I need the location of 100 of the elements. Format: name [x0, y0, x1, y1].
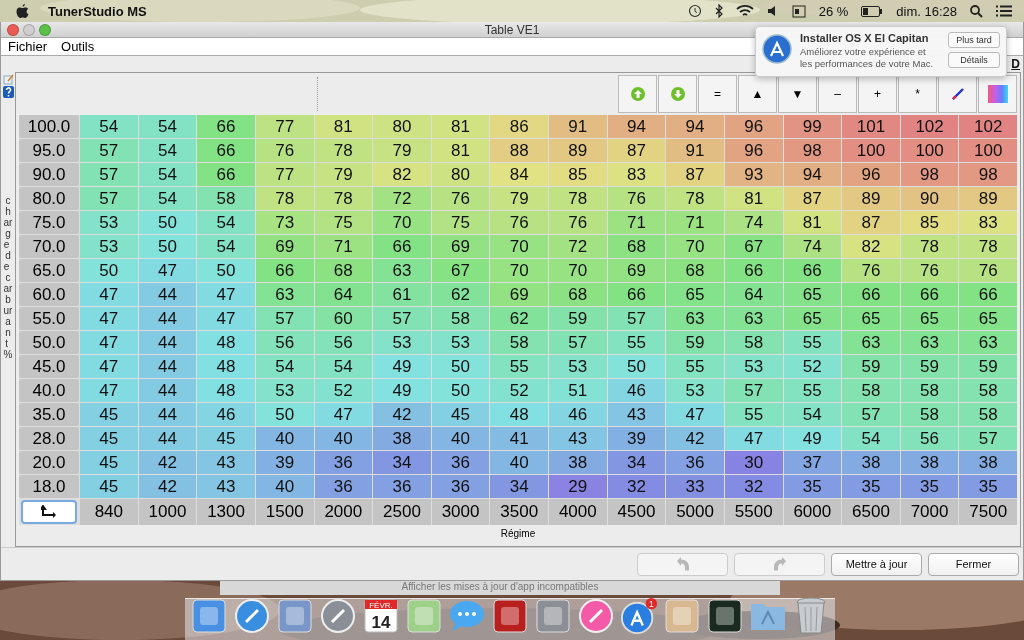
- table-cell[interactable]: 81: [724, 187, 783, 210]
- table-cell[interactable]: 69: [255, 235, 314, 258]
- table-cell[interactable]: 40: [255, 427, 314, 450]
- table-cell[interactable]: 36: [314, 451, 373, 474]
- table-cell[interactable]: 44: [138, 379, 197, 402]
- display-icon[interactable]: [791, 4, 806, 18]
- table-cell[interactable]: 59: [959, 355, 1017, 378]
- table-cell[interactable]: 77: [255, 163, 314, 186]
- table-cell[interactable]: 79: [314, 163, 373, 186]
- table-cell[interactable]: 66: [783, 259, 842, 282]
- column-header-cell[interactable]: 1300: [197, 499, 255, 525]
- column-header-cell[interactable]: 6500: [842, 499, 900, 525]
- color-button[interactable]: [978, 74, 1017, 113]
- table-cell[interactable]: 67: [724, 235, 783, 258]
- table-cell[interactable]: 44: [138, 403, 197, 426]
- table-cell[interactable]: 100: [959, 139, 1017, 162]
- table-cell[interactable]: 55: [783, 379, 842, 402]
- table-cell[interactable]: 44: [138, 355, 197, 378]
- table-cell[interactable]: 34: [607, 451, 666, 474]
- table-cell[interactable]: 74: [783, 235, 842, 258]
- table-cell[interactable]: 33: [666, 475, 724, 498]
- table-cell[interactable]: 55: [724, 403, 783, 426]
- table-cell[interactable]: 76: [431, 187, 490, 210]
- table-cell[interactable]: 81: [314, 115, 373, 138]
- toolbar-button[interactable]: ▲: [738, 74, 777, 113]
- table-cell[interactable]: 36: [431, 451, 490, 474]
- table-cell[interactable]: 59: [842, 355, 900, 378]
- table-cell[interactable]: 54: [138, 139, 197, 162]
- table-cell[interactable]: 81: [783, 211, 842, 234]
- table-cell[interactable]: 76: [549, 211, 607, 234]
- table-cell[interactable]: 88: [490, 139, 548, 162]
- table-cell[interactable]: 75: [431, 211, 490, 234]
- calendar-icon[interactable]: FÉVR. 14: [363, 598, 399, 634]
- table-cell[interactable]: 63: [666, 307, 724, 330]
- table-cell[interactable]: 78: [314, 187, 373, 210]
- table-cell[interactable]: 29: [549, 475, 607, 498]
- table-cell[interactable]: 68: [549, 283, 607, 306]
- table-cell[interactable]: 39: [255, 451, 314, 474]
- table-cell[interactable]: 38: [900, 451, 959, 474]
- table-cell[interactable]: 47: [314, 403, 373, 426]
- table-cell[interactable]: 47: [80, 355, 138, 378]
- table-cell[interactable]: 56: [314, 331, 373, 354]
- wifi-icon[interactable]: [735, 4, 754, 18]
- table-cell[interactable]: 81: [431, 139, 490, 162]
- column-header-cell[interactable]: 3000: [431, 499, 490, 525]
- table-cell[interactable]: 38: [373, 427, 431, 450]
- table-cell[interactable]: 65: [900, 307, 959, 330]
- column-header-cell[interactable]: 6000: [783, 499, 842, 525]
- table-cell[interactable]: 43: [197, 475, 255, 498]
- table-cell[interactable]: 55: [783, 331, 842, 354]
- table-cell[interactable]: 58: [842, 379, 900, 402]
- table-cell[interactable]: 32: [724, 475, 783, 498]
- table-cell[interactable]: 79: [373, 139, 431, 162]
- table-cell[interactable]: 83: [959, 211, 1017, 234]
- table-cell[interactable]: 46: [549, 403, 607, 426]
- bluetooth-icon[interactable]: [714, 4, 723, 18]
- table-cell[interactable]: 40: [431, 427, 490, 450]
- table-cell[interactable]: 98: [783, 139, 842, 162]
- table-cell[interactable]: 54: [314, 355, 373, 378]
- column-header-cell[interactable]: 7000: [900, 499, 959, 525]
- notification-button[interactable]: Détails: [948, 52, 1000, 68]
- table-cell[interactable]: 87: [666, 163, 724, 186]
- table-cell[interactable]: 45: [80, 451, 138, 474]
- table-cell[interactable]: 47: [724, 427, 783, 450]
- row-header-cell[interactable]: 18.0: [19, 475, 79, 498]
- table-cell[interactable]: 57: [373, 307, 431, 330]
- table-cell[interactable]: 99: [783, 115, 842, 138]
- table-cell[interactable]: 66: [197, 139, 255, 162]
- table-cell[interactable]: 59: [900, 355, 959, 378]
- table-cell[interactable]: 53: [80, 235, 138, 258]
- table-cell[interactable]: 66: [197, 163, 255, 186]
- speech-bubble-icon[interactable]: [448, 599, 486, 633]
- table-cell[interactable]: 54: [80, 115, 138, 138]
- table-cell[interactable]: 47: [80, 379, 138, 402]
- apple-icon[interactable]: [16, 3, 30, 19]
- table-cell[interactable]: 83: [607, 163, 666, 186]
- table-cell[interactable]: 45: [80, 427, 138, 450]
- column-header-cell[interactable]: 3500: [490, 499, 548, 525]
- table-cell[interactable]: 48: [490, 403, 548, 426]
- table-cell[interactable]: 57: [607, 307, 666, 330]
- column-header-cell[interactable]: 840: [80, 499, 138, 525]
- table-cell[interactable]: 45: [197, 427, 255, 450]
- table-cell[interactable]: 69: [431, 235, 490, 258]
- table-cell[interactable]: 82: [842, 235, 900, 258]
- table-cell[interactable]: 55: [666, 355, 724, 378]
- move-down-button[interactable]: [658, 74, 697, 113]
- table-cell[interactable]: 66: [607, 283, 666, 306]
- table-cell[interactable]: 60: [314, 307, 373, 330]
- row-header-cell[interactable]: 95.0: [19, 139, 79, 162]
- table-cell[interactable]: 40: [314, 427, 373, 450]
- row-header-cell[interactable]: 65.0: [19, 259, 79, 282]
- table-cell[interactable]: 71: [666, 211, 724, 234]
- table-cell[interactable]: 42: [373, 403, 431, 426]
- table-cell[interactable]: 42: [138, 451, 197, 474]
- table-cell[interactable]: 63: [373, 259, 431, 282]
- table-cell[interactable]: 68: [607, 235, 666, 258]
- table-cell[interactable]: 96: [842, 163, 900, 186]
- table-cell[interactable]: 70: [373, 211, 431, 234]
- table-cell[interactable]: 32: [607, 475, 666, 498]
- column-header-cell[interactable]: 1500: [255, 499, 314, 525]
